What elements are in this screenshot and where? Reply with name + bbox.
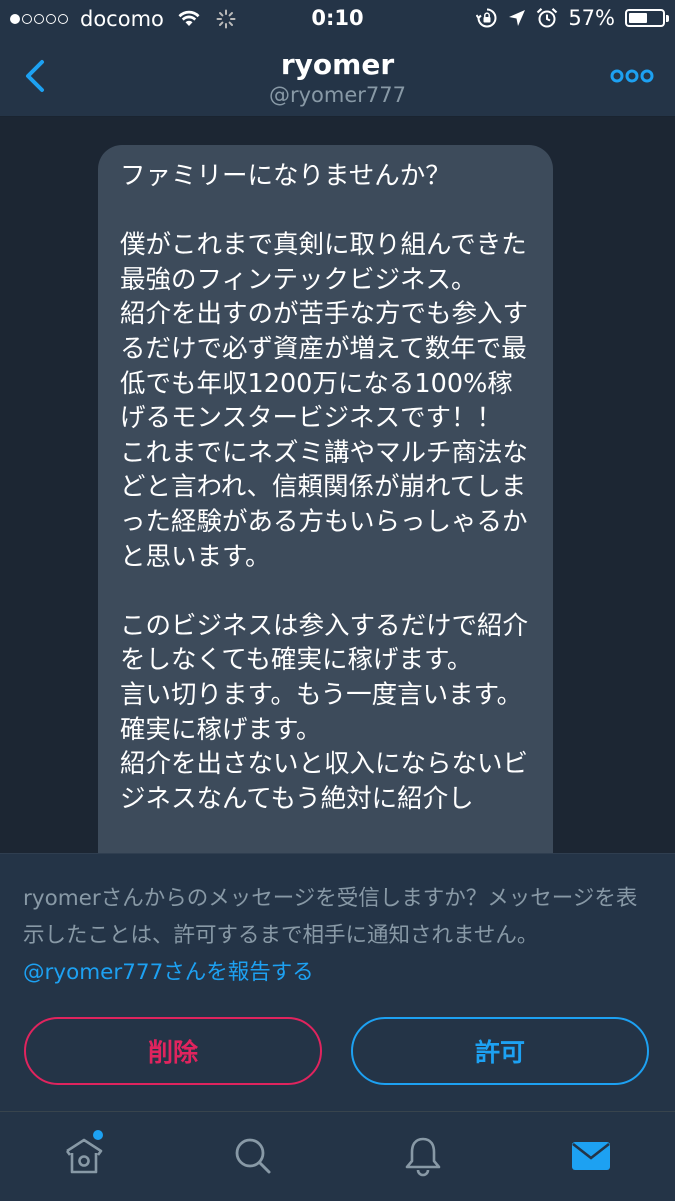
message-thread[interactable]: ファミリーになりませんか？ 僕がこれまで真剣に取り組んできた最強のフィンテックビ…	[0, 117, 675, 853]
more-options-icon[interactable]	[609, 62, 655, 90]
tab-messages[interactable]	[569, 1134, 613, 1178]
search-icon	[235, 1138, 271, 1174]
tab-notifications[interactable]	[401, 1134, 445, 1178]
delete-button[interactable]: 削除	[24, 1017, 322, 1085]
orientation-lock-icon	[476, 8, 497, 28]
message-request-panel: ryomerさんからのメッセージを受信しますか？メッセージを表示したことは、許可…	[0, 853, 675, 1112]
status-bar: docomo 0:10 57%	[0, 0, 675, 38]
sender-display-name: ryomer	[280, 48, 395, 81]
tab-home[interactable]	[62, 1130, 106, 1178]
mail-icon	[572, 1142, 610, 1170]
alarm-icon	[537, 7, 558, 28]
battery-icon	[625, 9, 669, 27]
location-arrow-icon	[509, 10, 526, 26]
status-right: 57%	[476, 6, 669, 30]
header-title: ryomer @ryomer777	[0, 48, 675, 108]
tab-search[interactable]	[231, 1134, 275, 1178]
home-notification-dot	[93, 1130, 103, 1140]
allow-button[interactable]: 許可	[351, 1017, 649, 1085]
tab-bar	[0, 1111, 675, 1201]
request-description: ryomerさんからのメッセージを受信しますか？メッセージを表示したことは、許可…	[23, 880, 653, 991]
sender-username: @ryomer777	[268, 83, 406, 107]
report-user-link[interactable]: @ryomer777さんを報告する	[23, 960, 314, 985]
request-prompt: ryomerさんからのメッセージを受信しますか？メッセージを表示したことは、許可…	[23, 886, 638, 948]
message-bubble: ファミリーになりませんか？ 僕がこれまで真剣に取り組んできた最強のフィンテックビ…	[98, 145, 553, 853]
conversation-header: ryomer @ryomer777	[0, 38, 675, 116]
home-icon	[65, 1138, 103, 1174]
battery-percent: 57%	[568, 6, 615, 30]
bell-icon	[405, 1137, 441, 1177]
